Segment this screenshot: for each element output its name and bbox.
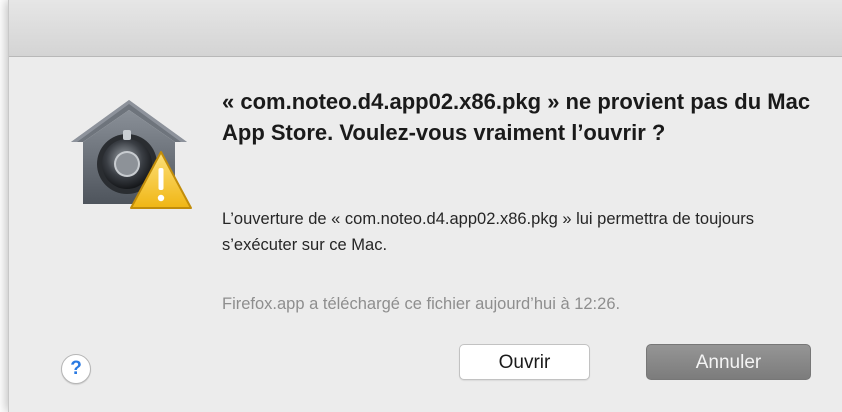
gatekeeper-warning-icon	[65, 92, 193, 212]
window-titlebar[interactable]	[9, 0, 842, 57]
alert-dialog: « com.noteo.d4.app02.x86.pkg » ne provie…	[8, 0, 842, 412]
open-button[interactable]: Ouvrir	[459, 344, 590, 380]
alert-informative-text: L’ouverture de « com.noteo.d4.app02.x86.…	[222, 210, 755, 254]
cancel-button[interactable]: Annuler	[646, 344, 811, 380]
download-source-text: Firefox.app a téléchargé ce fichier aujo…	[222, 295, 621, 313]
help-button[interactable]: ?	[61, 354, 91, 384]
alert-message: « com.noteo.d4.app02.x86.pkg » ne provie…	[222, 89, 811, 145]
